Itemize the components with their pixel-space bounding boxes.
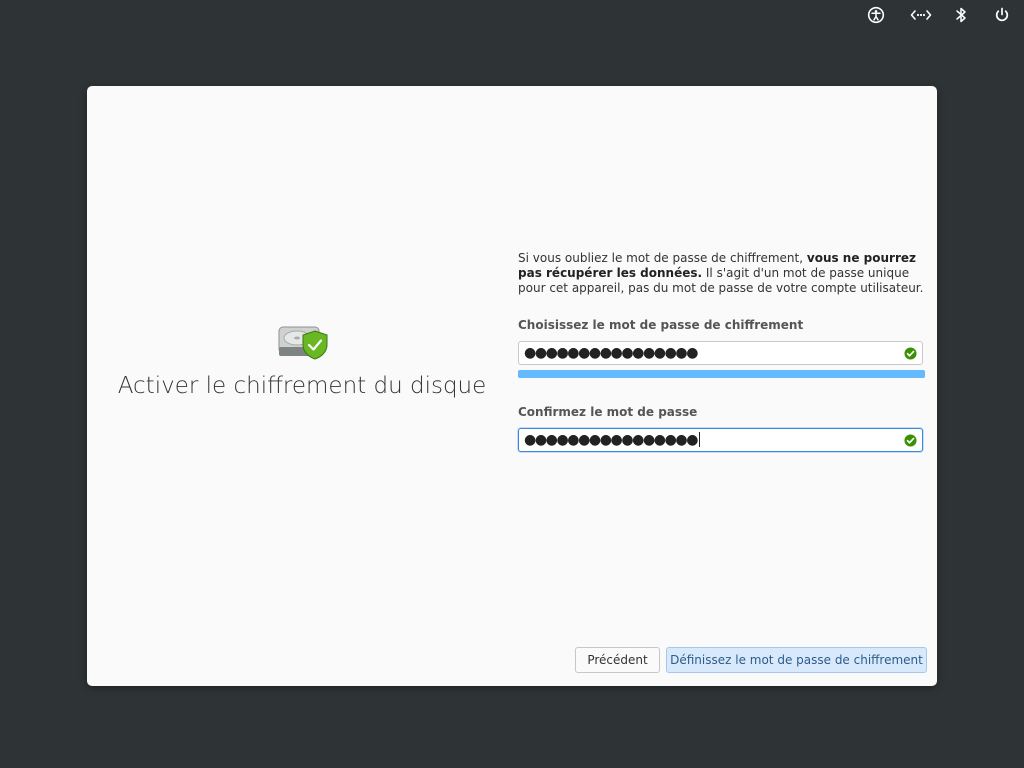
password-label: Choisissez le mot de passe de chiffremen…	[518, 318, 804, 332]
installer-card: Activer le chiffrement du disque Si vous…	[87, 86, 937, 686]
password-strength-bar	[518, 370, 925, 378]
info-text: Si vous oubliez le mot de passe de chiff…	[518, 251, 928, 296]
confirm-password-dots: ●●●●●●●●●●●●●●●●	[524, 432, 698, 448]
encrypted-disk-icon	[277, 321, 331, 363]
check-icon	[904, 347, 917, 360]
bluetooth-icon[interactable]	[952, 6, 970, 24]
text-caret	[699, 432, 701, 447]
page-title: Activer le chiffrement du disque	[117, 373, 487, 399]
previous-button[interactable]: Précédent	[575, 647, 660, 673]
check-icon	[904, 434, 917, 447]
left-pane: Activer le chiffrement du disque	[87, 86, 517, 686]
confirm-password-field[interactable]: ●●●●●●●●●●●●●●●●	[518, 428, 923, 452]
power-icon[interactable]	[993, 6, 1011, 24]
password-value: ●●●●●●●●●●●●●●●●	[524, 345, 698, 361]
set-encryption-password-button[interactable]: Définissez le mot de passe de chiffremen…	[666, 647, 927, 673]
info-text-start: Si vous oubliez le mot de passe de chiff…	[518, 251, 807, 265]
network-icon[interactable]	[910, 6, 932, 24]
confirm-password-value: ●●●●●●●●●●●●●●●●	[524, 432, 701, 448]
password-field[interactable]: ●●●●●●●●●●●●●●●●	[518, 341, 923, 365]
password-strength-fill	[518, 370, 925, 378]
confirm-label: Confirmez le mot de passe	[518, 405, 698, 419]
accessibility-icon[interactable]	[867, 6, 885, 24]
